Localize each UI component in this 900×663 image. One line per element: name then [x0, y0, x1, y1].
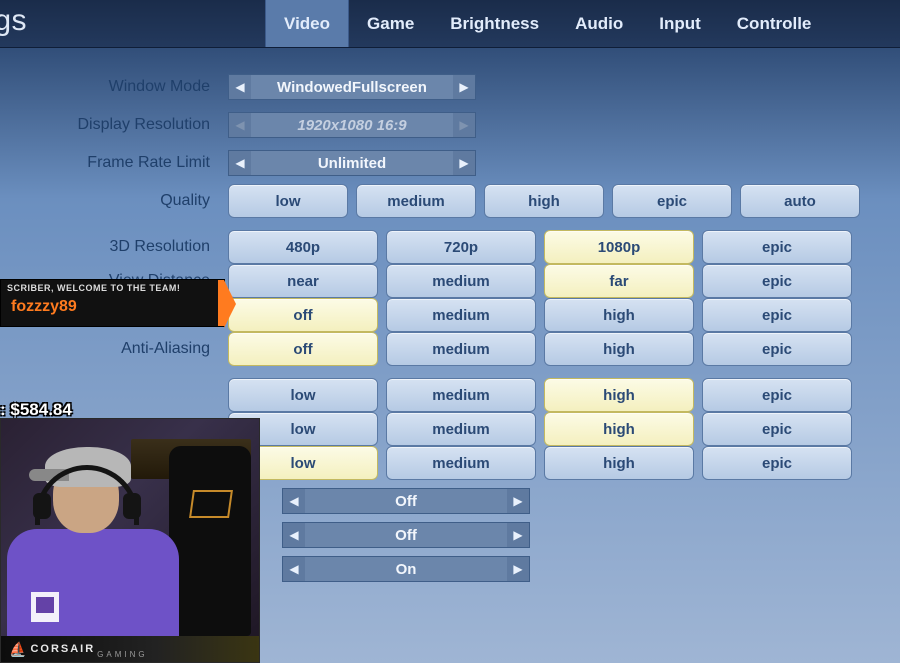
option-medium[interactable]: medium — [386, 298, 536, 332]
option-medium[interactable]: medium — [386, 412, 536, 446]
option-480p[interactable]: 480p — [228, 230, 378, 264]
option-medium[interactable]: medium — [386, 446, 536, 480]
arrow-left-icon[interactable]: ◀ — [283, 489, 305, 513]
arrow-right-icon[interactable]: ▶ — [507, 523, 529, 547]
row-3d-resolution: 3D Resolution 480p720p1080pepic — [20, 230, 880, 264]
option-1080p[interactable]: 1080p — [544, 230, 694, 264]
option-epic[interactable]: epic — [702, 230, 852, 264]
option-near[interactable]: near — [228, 264, 378, 298]
option-off[interactable]: off — [228, 298, 378, 332]
option-group: lowmediumhighepic — [228, 412, 852, 446]
selector-toggle[interactable]: ◀Off▶ — [282, 488, 530, 514]
corsair-logo-icon: ⛵ — [9, 641, 24, 658]
setting-label: 3D Resolution — [20, 238, 220, 256]
label-window-mode: Window Mode — [20, 78, 220, 96]
label-display-resolution: Display Resolution — [20, 116, 220, 134]
option-off[interactable]: off — [228, 332, 378, 366]
option-medium[interactable]: medium — [386, 264, 536, 298]
option-group: 480p720p1080pepic — [228, 230, 852, 264]
arrow-right-icon[interactable]: ▶ — [453, 151, 475, 175]
streamer-figure — [7, 441, 157, 636]
twitch-logo-icon — [31, 592, 59, 622]
arrow-left-icon[interactable]: ◀ — [229, 75, 251, 99]
option-low[interactable]: low — [228, 184, 348, 218]
row-window-mode: Window Mode ◀ WindowedFullscreen ▶ — [20, 70, 880, 104]
selector-value: Unlimited — [251, 155, 453, 172]
setting-label: Anti-Aliasing — [20, 340, 220, 358]
tab-game[interactable]: Game — [349, 0, 432, 47]
subscriber-banner: SCRIBER, WELCOME TO THE TEAM! fozzzy89 — [0, 279, 225, 327]
row-frame-rate-limit: Frame Rate Limit ◀ Unlimited ▶ — [20, 146, 880, 180]
option-epic[interactable]: epic — [702, 446, 852, 480]
banner-arrow-icon — [224, 280, 236, 328]
selector-toggle[interactable]: ◀Off▶ — [282, 522, 530, 548]
page-title: ings — [0, 4, 45, 44]
arrow-left-icon: ◀ — [229, 113, 251, 137]
option-epic[interactable]: epic — [702, 332, 852, 366]
sponsor-sub: GAMING — [97, 650, 147, 659]
option-720p[interactable]: 720p — [386, 230, 536, 264]
label-frame-rate-limit: Frame Rate Limit — [20, 154, 220, 172]
option-group: nearmediumfarepic — [228, 264, 852, 298]
row-setting: lowmediumhighepic — [20, 378, 880, 412]
setting-label: Quality — [20, 192, 220, 210]
tab-controlle[interactable]: Controlle — [719, 0, 830, 47]
arrow-right-icon[interactable]: ▶ — [507, 489, 529, 513]
option-high[interactable]: high — [544, 378, 694, 412]
tab-brightness[interactable]: Brightness — [432, 0, 557, 47]
arrow-left-icon[interactable]: ◀ — [283, 557, 305, 581]
selector-value: Off — [305, 527, 507, 544]
option-epic[interactable]: epic — [612, 184, 732, 218]
option-group: offmediumhighepic — [228, 298, 852, 332]
option-epic[interactable]: epic — [702, 264, 852, 298]
selector-value: WindowedFullscreen — [251, 79, 453, 96]
selector-value: 1920x1080 16:9 — [251, 117, 453, 134]
option-high[interactable]: high — [544, 332, 694, 366]
option-epic[interactable]: epic — [702, 378, 852, 412]
option-group: offmediumhighepic — [228, 332, 852, 366]
option-far[interactable]: far — [544, 264, 694, 298]
option-group: lowmediumhighepic — [228, 446, 852, 480]
selector-toggle[interactable]: ◀On▶ — [282, 556, 530, 582]
tab-audio[interactable]: Audio — [557, 0, 641, 47]
option-high[interactable]: high — [544, 412, 694, 446]
option-epic[interactable]: epic — [702, 298, 852, 332]
arrow-left-icon[interactable]: ◀ — [229, 151, 251, 175]
option-low[interactable]: low — [228, 378, 378, 412]
row-quality: Quality lowmediumhighepicauto — [20, 184, 880, 218]
row-display-resolution: Display Resolution ◀ 1920x1080 16:9 ▶ — [20, 108, 880, 142]
sponsor-brand: CORSAIR — [30, 643, 95, 655]
selector-frame-rate-limit[interactable]: ◀ Unlimited ▶ — [228, 150, 476, 176]
selector-value: On — [305, 561, 507, 578]
webcam-overlay: ⛵ CORSAIR GAMING — [0, 418, 260, 663]
option-auto[interactable]: auto — [740, 184, 860, 218]
option-medium[interactable]: medium — [386, 332, 536, 366]
selector-value: Off — [305, 493, 507, 510]
option-high[interactable]: high — [544, 298, 694, 332]
arrow-right-icon[interactable]: ▶ — [453, 75, 475, 99]
option-medium[interactable]: medium — [386, 378, 536, 412]
donation-overlay: : $584.84 — [0, 400, 72, 420]
tab-video[interactable]: Video — [265, 0, 349, 47]
option-group: lowmediumhighepic — [228, 378, 852, 412]
gaming-chair — [169, 446, 251, 636]
selector-window-mode[interactable]: ◀ WindowedFullscreen ▶ — [228, 74, 476, 100]
settings-topbar: ings VideoGameBrightnessAudioInputContro… — [0, 0, 900, 48]
arrow-left-icon[interactable]: ◀ — [283, 523, 305, 547]
subscriber-banner-head: SCRIBER, WELCOME TO THE TEAM! — [1, 280, 224, 296]
option-epic[interactable]: epic — [702, 412, 852, 446]
option-high[interactable]: high — [544, 446, 694, 480]
tab-input[interactable]: Input — [641, 0, 719, 47]
arrow-right-icon: ▶ — [453, 113, 475, 137]
row-anti-aliasing: Anti-Aliasing offmediumhighepic — [20, 332, 880, 366]
tabs-container: VideoGameBrightnessAudioInputControlle — [265, 0, 829, 47]
sponsor-banner: ⛵ CORSAIR GAMING — [1, 636, 259, 662]
option-high[interactable]: high — [484, 184, 604, 218]
option-group: lowmediumhighepicauto — [228, 184, 860, 218]
arrow-right-icon[interactable]: ▶ — [507, 557, 529, 581]
option-medium[interactable]: medium — [356, 184, 476, 218]
subscriber-name: fozzzy89 — [1, 296, 224, 318]
selector-display-resolution: ◀ 1920x1080 16:9 ▶ — [228, 112, 476, 138]
